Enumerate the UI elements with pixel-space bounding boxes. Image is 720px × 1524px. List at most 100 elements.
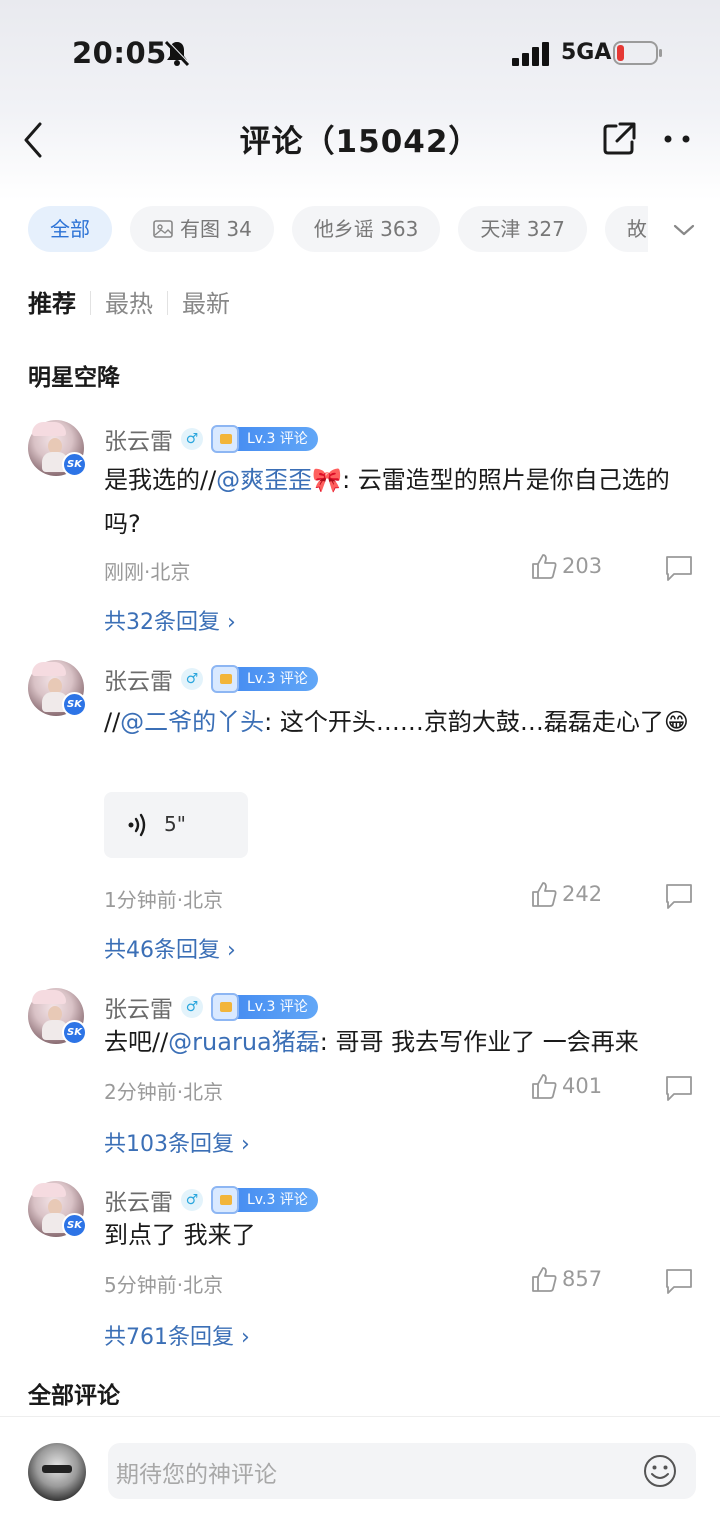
- username[interactable]: 张云雷: [104, 422, 173, 456]
- chip-with-images[interactable]: 有图 34: [130, 206, 274, 252]
- comment-text: //@二爷的丫头: 这个开头……京韵大鼓…磊磊走心了😁: [104, 700, 694, 744]
- level-icon: [211, 1186, 239, 1214]
- comment-item: SK 张云雷 ♂ Lv.3 评论 到点了 我来了 5分钟前·北京 857 共761条…: [0, 1181, 720, 1351]
- thumb-up-icon: [532, 1267, 557, 1292]
- comment-input-bar: 期待您的神评论: [0, 1416, 720, 1524]
- user-row: 张云雷 ♂ Lv.3 评论: [104, 1183, 318, 1216]
- chip-tianjin[interactable]: 天津 327: [458, 206, 587, 252]
- sort-tabs: 推荐 最热 最新: [28, 284, 244, 324]
- verified-badge-icon: SK: [62, 452, 87, 477]
- like-button[interactable]: 401: [530, 1072, 602, 1102]
- chip-all[interactable]: 全部: [28, 206, 112, 252]
- avatar[interactable]: [28, 1443, 86, 1501]
- status-bar: 20:05 5GA: [0, 0, 720, 100]
- username[interactable]: 张云雷: [104, 662, 173, 696]
- comment-icon[interactable]: [664, 882, 694, 910]
- signal-icon: [512, 42, 549, 66]
- level-label: Lv.3 评论: [247, 431, 308, 447]
- like-button[interactable]: 242: [530, 880, 602, 910]
- level-label: Lv.3 评论: [247, 999, 308, 1015]
- image-icon: [153, 220, 173, 238]
- avatar[interactable]: SK: [28, 420, 87, 477]
- level-icon: [211, 665, 239, 693]
- comment-body: : 这个开头……京韵大鼓…磊磊走心了😁: [264, 708, 689, 736]
- level-icon: [211, 425, 239, 453]
- bell-muted-icon: [164, 40, 191, 67]
- level-badge: Lv.3 评论: [211, 665, 318, 693]
- level-label: Lv.3 评论: [247, 1192, 308, 1208]
- username[interactable]: 张云雷: [104, 990, 173, 1024]
- comment-icon[interactable]: [664, 1074, 694, 1102]
- section-title-all: 全部评论: [28, 1383, 120, 1409]
- user-row: 张云雷 ♂ Lv.3 评论: [104, 990, 318, 1023]
- male-icon: ♂: [181, 996, 203, 1018]
- male-icon: ♂: [181, 1189, 203, 1211]
- avatar[interactable]: SK: [28, 988, 87, 1045]
- tab-recommended[interactable]: 推荐: [28, 284, 90, 319]
- comment-prefix: 去吧//: [104, 1028, 169, 1056]
- comment-prefix: //: [104, 708, 121, 736]
- comment-meta: 刚刚·北京: [104, 560, 191, 584]
- comment-text: 到点了 我来了: [104, 1213, 694, 1257]
- mention-link[interactable]: @二爷的丫头: [120, 708, 264, 736]
- user-row: 张云雷 ♂ Lv.3 评论: [104, 422, 318, 455]
- like-count: 401: [562, 1074, 603, 1098]
- comment-prefix: 是我选的//: [104, 466, 217, 494]
- male-icon: ♂: [181, 428, 203, 450]
- status-time: 20:05: [72, 36, 167, 70]
- mention-link[interactable]: @ruarua猪磊: [168, 1028, 320, 1056]
- avatar[interactable]: SK: [28, 660, 87, 717]
- replies-link[interactable]: 共103条回复 ›: [104, 1126, 250, 1158]
- tab-newest[interactable]: 最新: [168, 284, 244, 319]
- level-label: Lv.3 评论: [247, 671, 308, 687]
- avatar[interactable]: SK: [28, 1181, 87, 1238]
- voice-duration: 5": [164, 812, 186, 836]
- comment-icon[interactable]: [664, 1267, 694, 1295]
- verified-badge-icon: SK: [62, 1020, 87, 1045]
- like-button[interactable]: 203: [530, 552, 602, 582]
- chip-tamasha[interactable]: 他乡谣 363: [291, 206, 441, 252]
- comment-item: SK 张云雷 ♂ Lv.3 评论 //@二爷的丫头: 这个开头……京韵大鼓…磊磊走心…: [0, 660, 720, 970]
- username[interactable]: 张云雷: [104, 1183, 173, 1217]
- comment-input[interactable]: 期待您的神评论: [108, 1443, 696, 1499]
- replies-link[interactable]: 共761条回复 ›: [104, 1319, 250, 1351]
- share-icon[interactable]: [600, 120, 638, 158]
- male-icon: ♂: [181, 668, 203, 690]
- voice-icon: [128, 813, 146, 837]
- comment-icon[interactable]: [664, 554, 694, 582]
- verified-badge-icon: SK: [62, 692, 87, 717]
- thumb-up-icon: [532, 882, 557, 907]
- level-badge: Lv.3 评论: [211, 993, 318, 1021]
- verified-badge-icon: SK: [62, 1213, 87, 1238]
- comment-body: : 哥哥 我去写作业了 一会再来: [319, 1028, 639, 1056]
- thumb-up-icon: [532, 554, 557, 579]
- like-count: 857: [562, 1267, 603, 1291]
- filter-chips: 全部 有图 34 他乡谣 363 天津 327 故: [0, 206, 720, 258]
- level-icon: [211, 993, 239, 1021]
- tab-hottest[interactable]: 最热: [91, 284, 167, 319]
- like-button[interactable]: 857: [530, 1265, 602, 1295]
- chip-with-images-label: 有图 34: [180, 217, 252, 241]
- chip-row: 全部 有图 34 他乡谣 363 天津 327 故: [28, 206, 648, 258]
- comment-input-placeholder: 期待您的神评论: [116, 1462, 277, 1488]
- mention-link[interactable]: @爽歪歪🎀: [216, 466, 342, 494]
- more-icon[interactable]: [660, 124, 696, 154]
- like-count: 203: [562, 554, 603, 578]
- replies-link[interactable]: 共32条回复 ›: [104, 604, 236, 636]
- thumb-up-icon: [532, 1074, 557, 1099]
- emoji-icon[interactable]: [642, 1453, 678, 1489]
- comment-text: 是我选的//@爽歪歪🎀: 云雷造型的照片是你自己选的吗?: [104, 458, 694, 546]
- voice-message[interactable]: 5": [104, 792, 248, 858]
- like-count: 242: [562, 882, 603, 906]
- network-type: 5GA: [561, 40, 612, 65]
- chip-gu[interactable]: 故: [604, 206, 648, 252]
- comment-meta: 5分钟前·北京: [104, 1273, 224, 1297]
- battery-icon: [613, 41, 662, 65]
- level-badge: Lv.3 评论: [211, 1186, 318, 1214]
- comment-meta: 1分钟前·北京: [104, 888, 224, 912]
- chevron-down-icon[interactable]: [670, 216, 698, 244]
- comment-meta: 2分钟前·北京: [104, 1080, 224, 1104]
- comment-item: SK 张云雷 ♂ Lv.3 评论 是我选的//@爽歪歪🎀: 云雷造型的照片是你自己选…: [0, 420, 720, 640]
- replies-link[interactable]: 共46条回复 ›: [104, 932, 236, 964]
- comment-text: 去吧//@ruarua猪磊: 哥哥 我去写作业了 一会再来: [104, 1020, 694, 1064]
